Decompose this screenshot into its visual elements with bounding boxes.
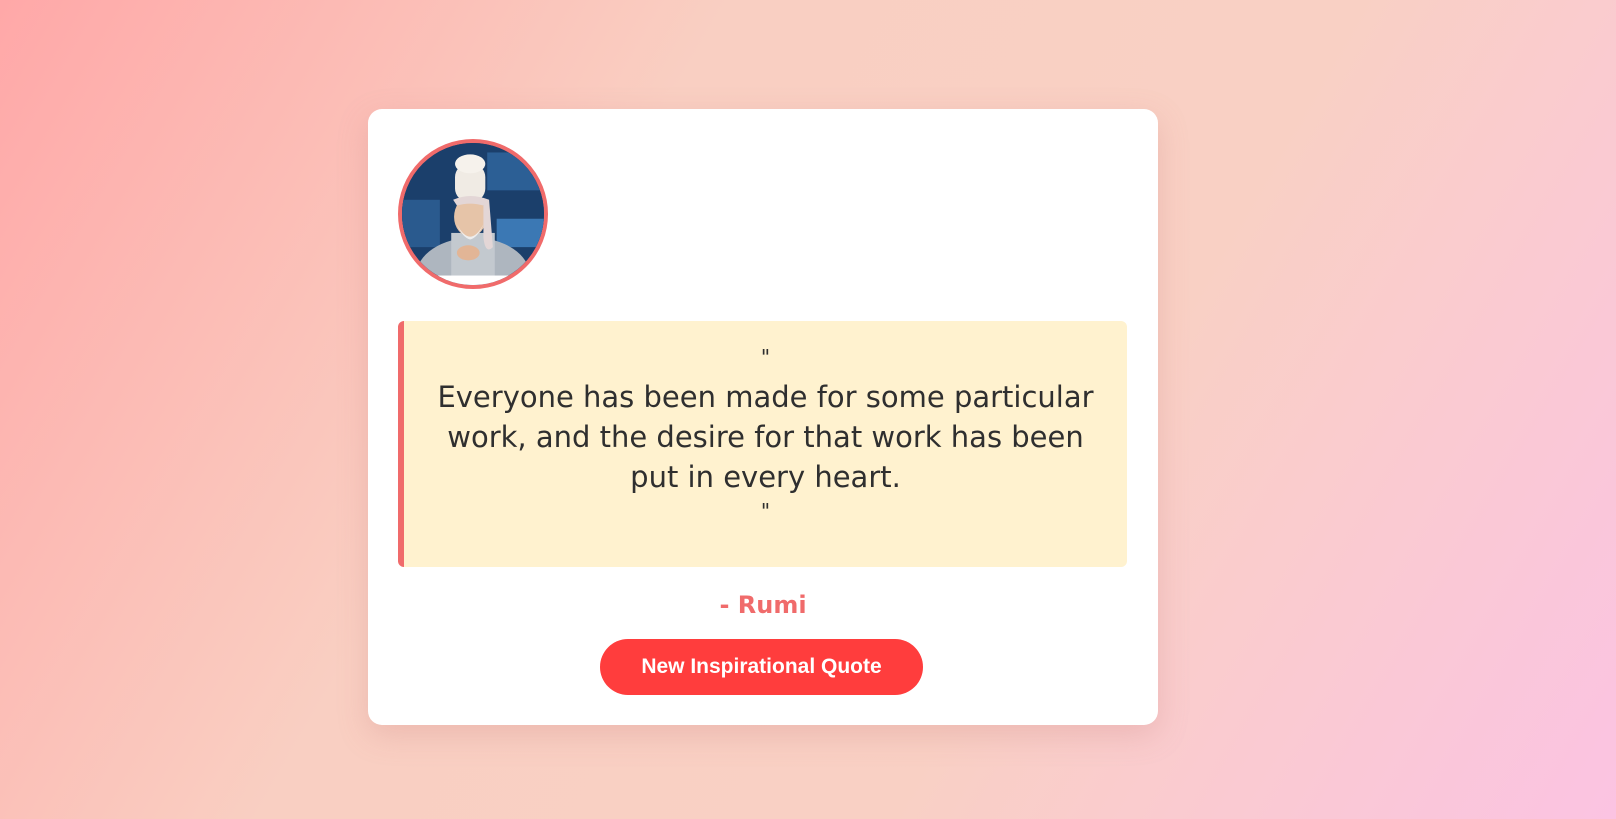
quote-close-mark: " <box>760 499 771 523</box>
quote-card: " Everyone has been made for some partic… <box>368 109 1158 725</box>
new-quote-button[interactable]: New Inspirational Quote <box>600 639 923 695</box>
quote-box: " Everyone has been made for some partic… <box>398 321 1127 567</box>
quote-text: Everyone has been made for some particul… <box>437 380 1094 494</box>
author-avatar <box>398 139 548 289</box>
quote-open-mark: " <box>760 345 771 369</box>
author-portrait-image <box>402 143 544 285</box>
quote-author: - Rumi <box>719 591 807 619</box>
